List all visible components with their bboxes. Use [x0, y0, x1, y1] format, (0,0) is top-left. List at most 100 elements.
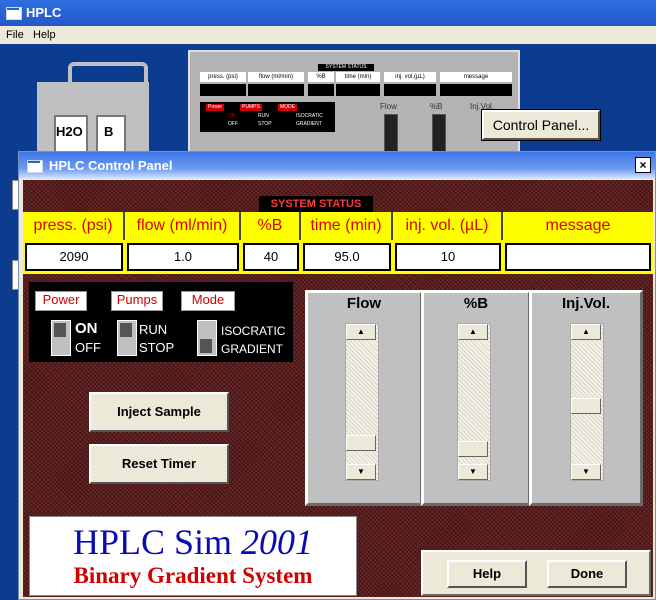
percent-b-slider[interactable]: ▲ ▼ — [457, 323, 491, 481]
inj-vol-slider-panel: Inj.Vol. ▲ ▼ — [529, 290, 643, 506]
bg-switch-box: Power PUMPS MODE ON OFF RUN STOP ISOCRAT… — [200, 102, 335, 132]
mode-label: Mode — [181, 291, 235, 311]
solvent-tubing — [68, 62, 148, 102]
value-inj-vol: 10 — [395, 243, 501, 271]
control-panel-button[interactable]: Control Panel... — [481, 109, 601, 141]
bg-switch-text: OFF — [228, 121, 238, 127]
flow-slider[interactable]: ▲ ▼ — [345, 323, 379, 481]
menu-help[interactable]: Help — [33, 29, 56, 41]
bg-value — [200, 84, 246, 96]
mode-gradient-text: GRADIENT — [221, 342, 284, 356]
dialog-title: HPLC Control Panel — [49, 158, 173, 173]
status-header-row: press. (psi) flow (ml/min) %B time (min)… — [23, 212, 653, 240]
logo-line-1: HPLC Sim 2001 — [30, 521, 356, 563]
bg-system-status: SYSTEM STATUS — [318, 64, 374, 71]
percent-b-slider-panel: %B ▲ ▼ — [421, 290, 531, 506]
scroll-up-arrow-icon[interactable]: ▲ — [571, 324, 601, 340]
control-panel-dialog: HPLC Control Panel × SYSTEM STATUS press… — [18, 151, 656, 600]
pumps-label: Pumps — [111, 291, 163, 311]
power-off-text: OFF — [75, 340, 101, 355]
dialog-titlebar[interactable]: HPLC Control Panel × — [19, 152, 655, 180]
value-flow: 1.0 — [127, 243, 239, 271]
reset-timer-button[interactable]: Reset Timer — [89, 444, 229, 484]
value-message — [505, 243, 651, 271]
bg-value — [308, 84, 334, 96]
value-pressure: 2090 — [25, 243, 123, 271]
percent-b-slider-label: %B — [463, 295, 489, 312]
bg-value — [440, 84, 512, 96]
value-time: 95.0 — [303, 243, 391, 271]
hplc-sim-logo: HPLC Sim 2001 Binary Gradient System — [29, 516, 357, 596]
bg-tag: MODE — [278, 104, 297, 111]
inj-vol-slider-label: Inj.Vol. — [561, 295, 611, 312]
power-on-text: ON — [75, 320, 98, 337]
pumps-switch[interactable] — [117, 320, 137, 356]
pumps-stop-text: STOP — [139, 340, 175, 355]
power-switch[interactable] — [51, 320, 71, 356]
scroll-down-arrow-icon[interactable]: ▼ — [346, 464, 376, 480]
logo-year: 2001 — [241, 522, 314, 562]
bg-header: time (min) — [336, 72, 380, 82]
header-flow: flow (ml/min) — [125, 212, 241, 240]
header-inj-vol: inj. vol. (µL) — [393, 212, 503, 240]
power-label: Power — [35, 291, 87, 311]
bg-tag: PUMPS — [240, 104, 262, 111]
app-window-icon — [6, 7, 22, 20]
header-pressure: press. (psi) — [23, 212, 125, 240]
inj-vol-slider-thumb[interactable] — [571, 398, 601, 415]
bg-tag: Power — [206, 104, 225, 111]
bg-header: message — [440, 72, 512, 82]
status-value-row: 2090 1.0 40 95.0 10 — [23, 240, 653, 274]
value-percent-b: 40 — [243, 243, 299, 271]
b-bottle-label: B — [104, 124, 114, 139]
dialog-body: SYSTEM STATUS press. (psi) flow (ml/min)… — [23, 180, 653, 597]
bg-value — [384, 84, 436, 96]
header-percent-b: %B — [241, 212, 301, 240]
bg-slider-label: Flow — [380, 102, 397, 111]
bg-header: press. (psi) — [200, 72, 246, 82]
scroll-down-arrow-icon[interactable]: ▼ — [458, 464, 488, 480]
mode-isocratic-text: ISOCRATIC — [221, 324, 286, 338]
flow-slider-thumb[interactable] — [346, 435, 376, 452]
flow-slider-panel: Flow ▲ ▼ — [305, 290, 423, 506]
flow-slider-label: Flow — [346, 295, 382, 312]
bg-switch-text: ISOCRATIC — [296, 113, 323, 119]
bg-value — [248, 84, 304, 96]
bg-slider-label: %B — [430, 102, 443, 111]
menu-bar: File Help — [0, 26, 656, 44]
mode-switch[interactable] — [197, 320, 217, 356]
bg-switch-text: STOP — [258, 121, 272, 127]
bg-switch-text: RUN — [258, 113, 269, 119]
bg-header: flow (ml/min) — [248, 72, 304, 82]
bg-slider-slot — [432, 114, 446, 156]
scroll-up-arrow-icon[interactable]: ▲ — [458, 324, 488, 340]
inject-sample-button[interactable]: Inject Sample — [89, 392, 229, 432]
switch-box: Power Pumps Mode ON OFF RUN STOP ISOCRAT… — [29, 282, 293, 362]
pumps-run-text: RUN — [139, 322, 168, 337]
water-bottle-label: H2O — [56, 124, 83, 139]
scroll-up-arrow-icon[interactable]: ▲ — [346, 324, 376, 340]
dialog-button-area: Help Done — [421, 550, 651, 596]
scroll-down-arrow-icon[interactable]: ▼ — [571, 464, 601, 480]
bg-switch-text: ON — [228, 113, 236, 119]
system-status-label: SYSTEM STATUS — [259, 196, 373, 212]
header-message: message — [545, 217, 611, 234]
bg-switch-text: GRADIENT — [296, 121, 322, 127]
main-titlebar: HPLC — [0, 0, 656, 26]
bg-value — [336, 84, 380, 96]
main-window-title: HPLC — [26, 5, 62, 20]
bg-header: inj. vol.(µL) — [384, 72, 436, 82]
bg-header: %B — [308, 72, 334, 82]
close-icon[interactable]: × — [635, 157, 651, 173]
done-button[interactable]: Done — [547, 560, 627, 588]
menu-file[interactable]: File — [6, 29, 24, 41]
background-status-panel: SYSTEM STATUS press. (psi) flow (ml/min)… — [188, 50, 520, 160]
percent-b-slider-thumb[interactable] — [458, 440, 488, 457]
dialog-window-icon — [27, 160, 43, 173]
logo-name: HPLC Sim — [72, 522, 242, 562]
bg-slider-slot — [384, 114, 398, 156]
help-button[interactable]: Help — [447, 560, 527, 588]
logo-line-2: Binary Gradient System — [73, 563, 313, 588]
header-time: time (min) — [301, 212, 393, 240]
inj-vol-slider[interactable]: ▲ ▼ — [570, 323, 604, 481]
